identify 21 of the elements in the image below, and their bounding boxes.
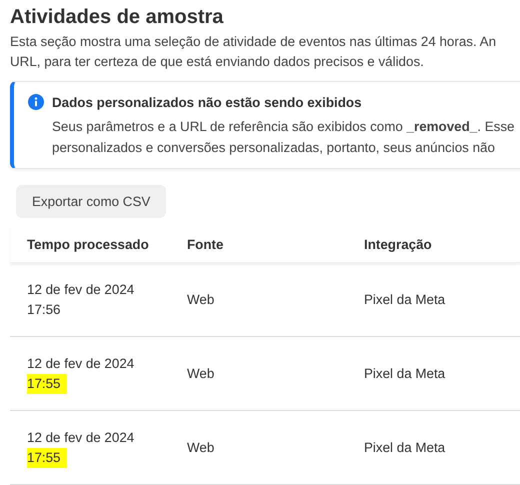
section-title: Atividades de amostra (10, 5, 224, 30)
notice-text: Seus parâmetros e a URL de referência são exibidos como _removed_. Esse personalizados e conversões personalizadas, portanto, seus anúncios não (52, 118, 514, 157)
column-header: Tempo processado (26, 236, 150, 252)
date-text: 12 de fev de 2024 (27, 354, 134, 372)
integration-cell: Pixel da Meta (364, 292, 446, 307)
source-cell-text: Web (187, 292, 216, 307)
date-text: 12 de fev de 2024 (27, 428, 134, 446)
section-description: Esta seção mostra uma seleção de atividade de eventos nas últimas 24 horas. An URL, para ter certeza de que está enviando dados precisos e válidos. (10, 33, 496, 71)
time-text: 17:55 (27, 374, 67, 394)
date-text: 12 de fev de 2024 (27, 280, 134, 298)
notice-title: Dados personalizados não estão sendo exibidos (52, 94, 362, 110)
time-text: 17:55 (27, 448, 67, 468)
integration-cell: Pixel da Meta (364, 366, 446, 381)
column-header: Integração (364, 236, 432, 252)
source-cell-text: Web (187, 440, 216, 455)
export-csv-button[interactable]: Exportar como CSV (16, 185, 166, 218)
time-text: 17:56 (27, 300, 61, 318)
source-cell-text: Web (187, 366, 216, 381)
column-header: Fonte (187, 236, 224, 252)
integration-cell: Pixel da Meta (364, 440, 446, 455)
info-icon (28, 94, 44, 110)
